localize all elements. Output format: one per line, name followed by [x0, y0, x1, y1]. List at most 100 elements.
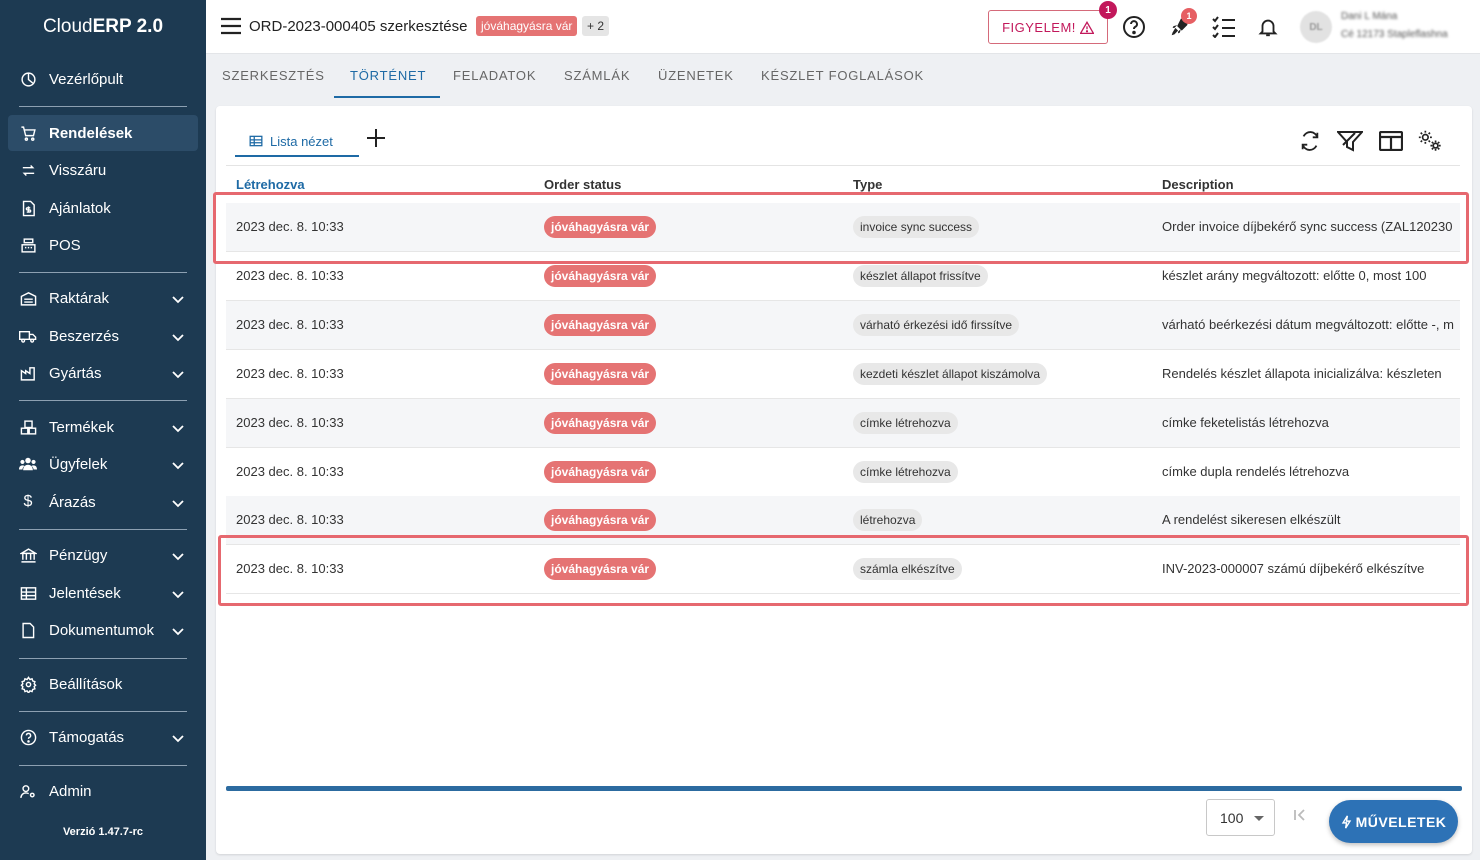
more-tags-badge[interactable]: + 2 — [582, 16, 610, 36]
status-cell: jóváhagyásra vár — [544, 314, 657, 336]
sidebar-item-warehouses[interactable]: Raktárak — [8, 280, 198, 316]
cart-icon — [19, 124, 37, 142]
refresh-icon[interactable] — [1297, 128, 1323, 154]
help-icon[interactable] — [1121, 14, 1147, 40]
chevron-down-icon — [172, 495, 184, 512]
status-badge: jóváhagyásra vár — [544, 509, 657, 531]
app-name-light: Cloud — [42, 16, 93, 37]
created-cell: 2023 dec. 8. 10:33 — [236, 366, 344, 381]
table-row[interactable]: 2023 dec. 8. 10:33 jóváhagyásra vár kezd… — [226, 350, 1460, 399]
table-row[interactable]: 2023 dec. 8. 10:33 jóváhagyásra vár címk… — [226, 448, 1460, 497]
sidebar-item-label: Dokumentumok — [49, 621, 155, 639]
chevron-down-icon — [172, 329, 184, 346]
bell-icon[interactable] — [1255, 14, 1281, 40]
chevron-down-icon — [172, 366, 184, 383]
sidebar-item-products[interactable]: Termékek — [8, 409, 198, 445]
sidebar-divider — [19, 765, 187, 766]
checklist-icon[interactable] — [1211, 14, 1237, 40]
gear-icon — [19, 675, 37, 693]
table-row[interactable]: 2023 dec. 8. 10:33 jóváhagyásra vár címk… — [226, 399, 1460, 448]
sidebar-item-admin[interactable]: Admin — [8, 773, 198, 809]
sidebar-item-customers[interactable]: Ügyfelek — [8, 446, 198, 482]
sidebar-item-label: Gyártás — [49, 364, 102, 382]
list-view-label: Lista nézet — [270, 133, 333, 149]
toolbar-divider — [226, 165, 1460, 166]
sidebar-item-pos[interactable]: POS — [8, 227, 198, 263]
filter-off-icon[interactable] — [1337, 128, 1363, 154]
settings-gears-icon[interactable] — [1417, 128, 1443, 154]
sidebar-item-pricing[interactable]: $ Árazás — [8, 484, 198, 520]
table-icon — [249, 135, 263, 147]
sidebar-divider — [19, 400, 187, 401]
caret-down-icon — [1254, 816, 1264, 821]
table-row[interactable]: 2023 dec. 8. 10:33 jóváhagyásra vár várh… — [226, 301, 1460, 350]
created-cell: 2023 dec. 8. 10:33 — [236, 317, 344, 332]
type-badge: létrehozva — [853, 509, 923, 531]
sidebar-item-label: Jelentések — [49, 584, 121, 602]
status-cell: jóváhagyásra vár — [544, 461, 657, 483]
tab-tasks[interactable]: FELADATOK — [453, 68, 536, 83]
tab-edit[interactable]: SZERKESZTÉS — [222, 68, 325, 83]
sidebar-item-finance[interactable]: Pénzügy — [8, 537, 198, 573]
sidebar-item-label: Raktárak — [49, 289, 110, 307]
sidebar: Cloud ERP 2.0 Vezérlőpult Rendelések Viss… — [0, 0, 206, 860]
list-view-tab[interactable]: Lista nézet — [235, 127, 359, 157]
tab-invoices[interactable]: SZÁMLÁK — [564, 68, 630, 83]
chevron-down-icon — [172, 420, 184, 437]
user-name: Dani L Mána — [1341, 11, 1398, 22]
sidebar-item-settings[interactable]: Beállítások — [8, 666, 198, 702]
dollar-document-icon — [19, 199, 37, 217]
add-view-icon[interactable] — [366, 128, 386, 153]
column-header-created[interactable]: Létrehozva — [236, 177, 305, 192]
sidebar-item-label: Visszáru — [49, 161, 107, 179]
sidebar-item-quotes[interactable]: Ajánlatok — [8, 190, 198, 226]
warning-button[interactable]: FIGYELEM! — [988, 10, 1108, 44]
sidebar-item-label: Termékek — [49, 418, 115, 436]
status-cell: jóváhagyásra vár — [544, 363, 657, 385]
dashboard-icon — [19, 70, 37, 88]
sidebar-item-reports[interactable]: Jelentések — [8, 575, 198, 611]
type-cell: várható érkezési idő firssítve — [853, 314, 1020, 336]
sidebar-item-orders[interactable]: Rendelések — [8, 115, 198, 151]
sidebar-item-dashboard[interactable]: Vezérlőpult — [8, 61, 198, 97]
description-cell: A rendelést sikeresen elkészült — [1162, 512, 1341, 527]
type-cell: készlet állapot frissítve — [853, 265, 988, 287]
sidebar-item-label: Pénzügy — [49, 546, 108, 564]
rocket-count-badge: 1 — [1181, 8, 1197, 24]
sidebar-item-label: Ügyfelek — [49, 455, 108, 473]
chevron-down-icon — [172, 623, 184, 640]
type-badge: készlet állapot frissítve — [853, 265, 988, 287]
help-icon — [19, 728, 37, 746]
sidebar-divider — [19, 658, 187, 659]
status-badge: jóváhagyásra vár — [476, 16, 578, 36]
status-cell: jóváhagyásra vár — [544, 509, 657, 531]
first-page-icon[interactable] — [1293, 808, 1307, 827]
menu-icon[interactable] — [221, 17, 241, 40]
description-cell: Rendelés készlet állapota inicializálva:… — [1162, 366, 1442, 381]
truck-icon — [19, 327, 37, 345]
horizontal-scrollbar[interactable] — [226, 786, 1462, 791]
page-size-select[interactable]: 100 — [1206, 799, 1275, 836]
tab-history[interactable]: TÖRTÉNET — [350, 68, 426, 83]
column-header-type[interactable]: Type — [853, 177, 882, 192]
sidebar-item-procurement[interactable]: Beszerzés — [8, 318, 198, 354]
tab-messages[interactable]: ÜZENETEK — [658, 68, 734, 83]
user-company: Cé 12173 Stapleflashna — [1341, 29, 1448, 40]
sidebar-item-support[interactable]: Támogatás — [8, 719, 198, 755]
tab-stock-reservations[interactable]: KÉSZLET FOGLALÁSOK — [761, 68, 924, 83]
description-cell: címke dupla rendelés létrehozva — [1162, 464, 1350, 479]
sidebar-item-label: Admin — [49, 782, 92, 800]
sidebar-item-label: POS — [49, 236, 81, 254]
sidebar-item-documents[interactable]: Dokumentumok — [8, 612, 198, 648]
column-header-description[interactable]: Description — [1162, 177, 1234, 192]
column-header-order-status[interactable]: Order status — [544, 177, 621, 192]
app-logo[interactable]: Cloud ERP 2.0 — [0, 0, 206, 54]
actions-button[interactable]: MŰVELETEK — [1329, 800, 1458, 843]
avatar[interactable]: DL — [1300, 11, 1332, 43]
created-cell: 2023 dec. 8. 10:33 — [236, 512, 344, 527]
created-cell: 2023 dec. 8. 10:33 — [236, 415, 344, 430]
status-badge: jóváhagyásra vár — [544, 265, 657, 287]
sidebar-item-manufacturing[interactable]: Gyártás — [8, 355, 198, 391]
sidebar-item-returns[interactable]: Visszáru — [8, 152, 198, 188]
columns-icon[interactable] — [1378, 128, 1404, 154]
